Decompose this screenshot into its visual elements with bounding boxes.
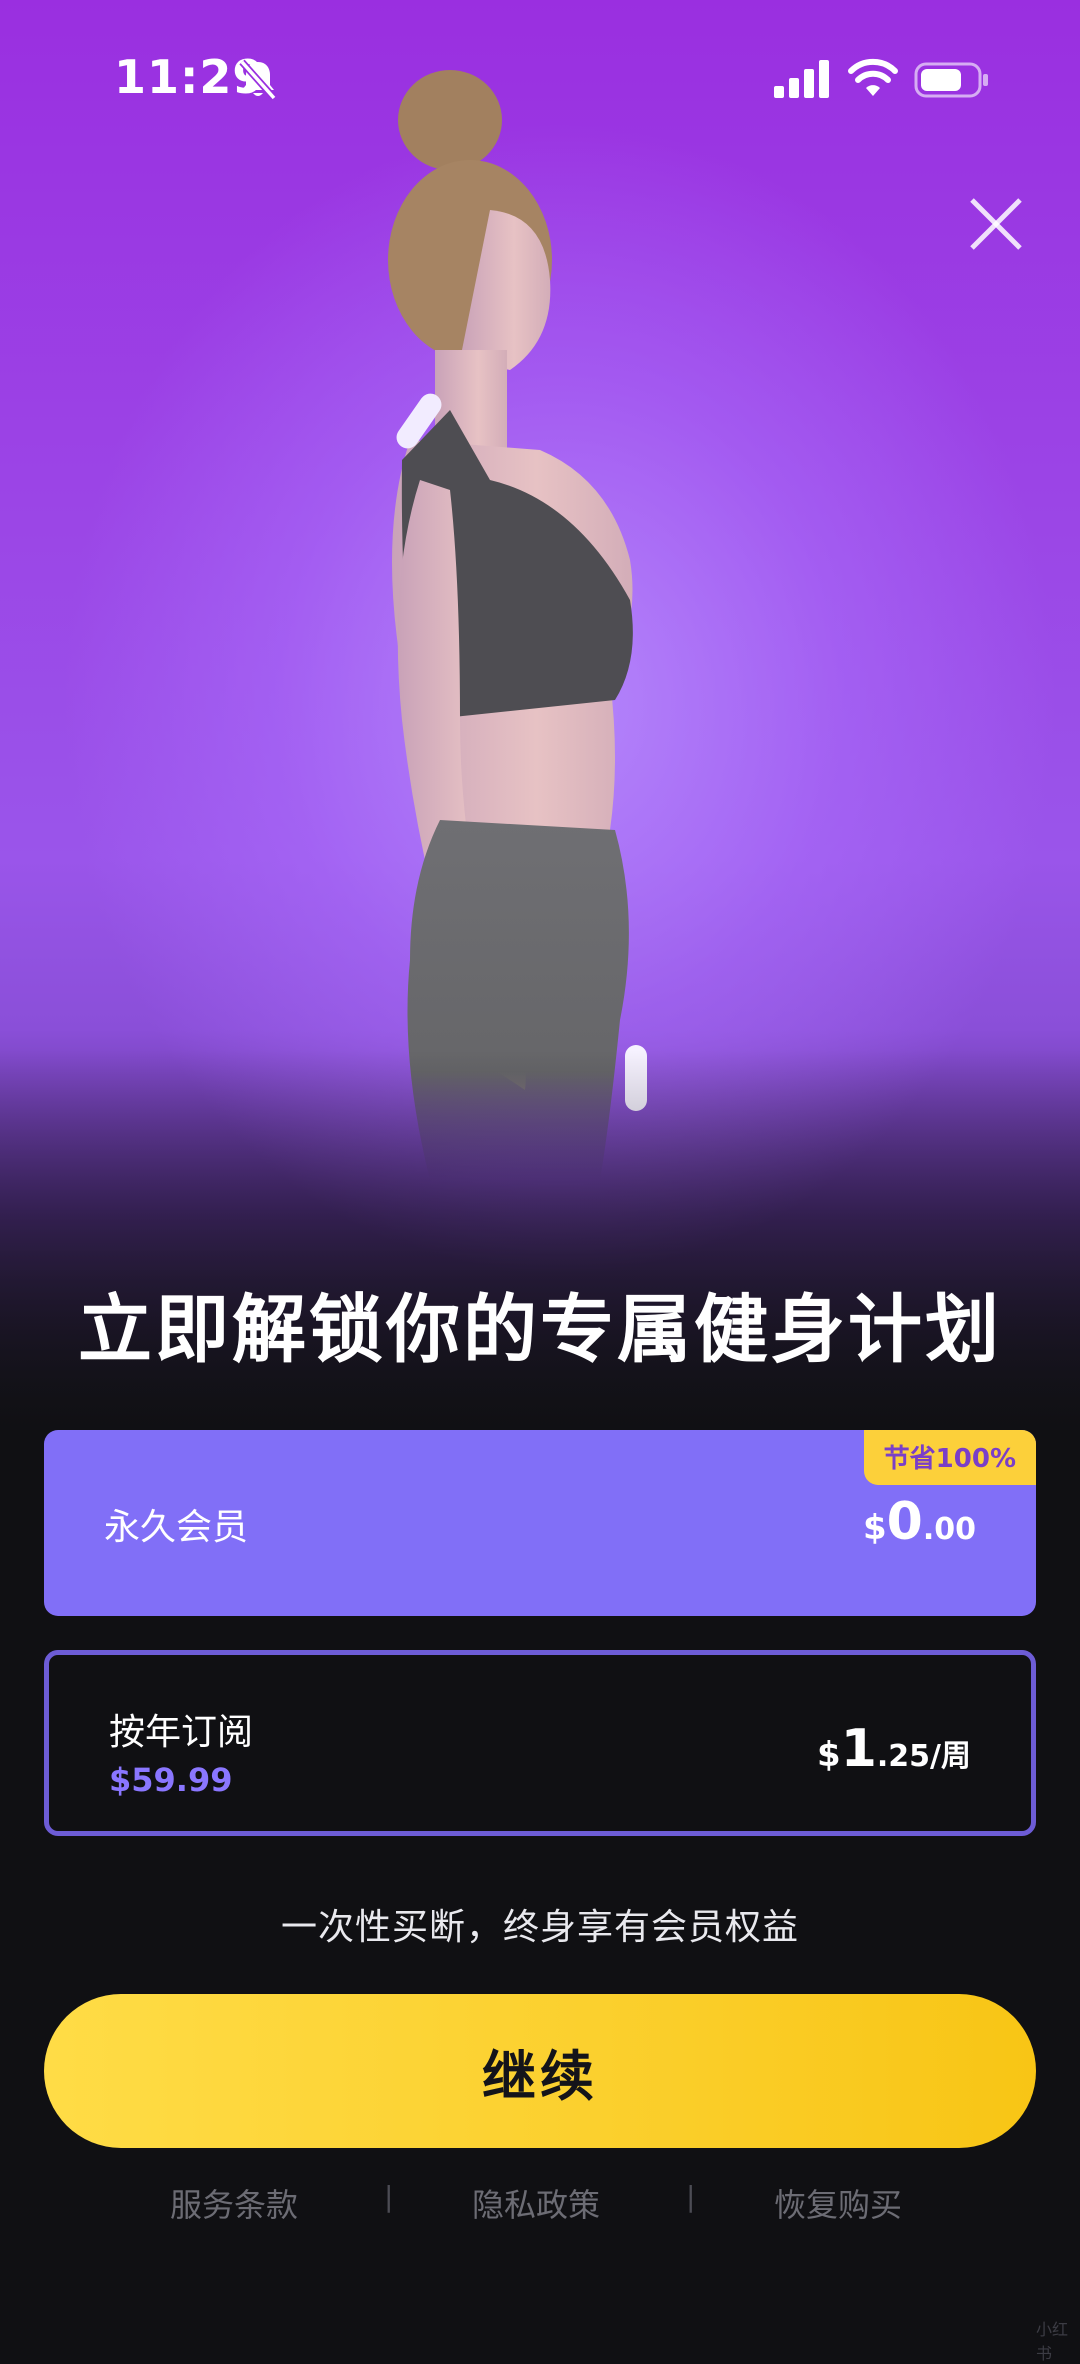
cellular-signal-icon (774, 60, 829, 98)
continue-button[interactable]: 继续 (44, 1994, 1036, 2148)
privacy-link[interactable]: 隐私政策 (472, 2180, 600, 2226)
price-currency: $ (817, 1735, 841, 1775)
wifi-icon (848, 58, 898, 96)
footer-separator: | (384, 2180, 394, 2213)
plan-price: $0.00 (863, 1492, 976, 1552)
terms-link[interactable]: 服务条款 (170, 2180, 298, 2226)
plan-note: 一次性买断，终身享有会员权益 (280, 1907, 799, 1948)
price-fraction: .00 (922, 1512, 976, 1547)
plan-option-lifetime[interactable]: 永久会员 $0.00 节省100% (44, 1430, 1036, 1616)
battery-icon (914, 62, 988, 98)
hero-fade-overlay (0, 1050, 1080, 1450)
fitness-model-image (388, 70, 647, 1180)
price-main: 1 (840, 1719, 877, 1779)
bell-slash-icon (239, 59, 277, 101)
footer-separator: | (686, 2180, 696, 2213)
savings-badge: 节省100% (863, 1430, 1036, 1485)
plan-yearly-price: $59.99 (109, 1761, 233, 1799)
plan-price: $1.25/周 (817, 1719, 971, 1779)
price-main: 0 (886, 1492, 923, 1552)
price-currency: $ (862, 1508, 887, 1548)
plan-name: 永久会员 (104, 1507, 249, 1548)
price-suffix: /周 (930, 1739, 971, 1774)
page-title: 立即解锁你的专属健身计划 (78, 1287, 1002, 1373)
close-icon[interactable] (966, 194, 1026, 254)
plan-option-yearly[interactable]: 按年订阅 $59.99 $1.25/周 (44, 1650, 1036, 1836)
watermark: 小红书 (1036, 2320, 1069, 2363)
price-fraction: .25 (876, 1739, 931, 1774)
restore-purchase-link[interactable]: 恢复购买 (774, 2180, 902, 2226)
plan-name: 按年订阅 (109, 1712, 254, 1753)
